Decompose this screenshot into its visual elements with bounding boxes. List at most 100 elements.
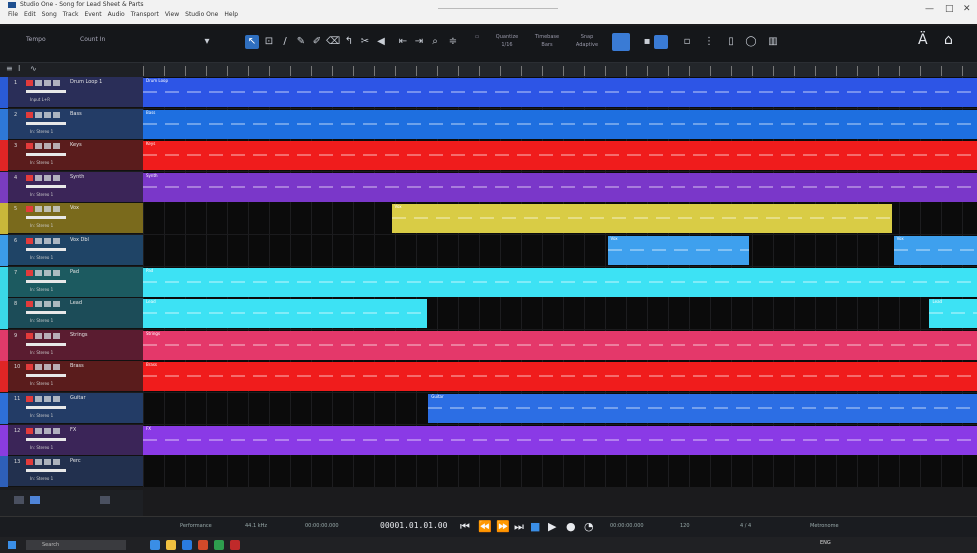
timeline-ruler[interactable] — [143, 63, 977, 78]
monitor-button[interactable] — [35, 332, 42, 339]
track-lane[interactable]: FX — [143, 424, 977, 456]
monitor-button[interactable] — [35, 269, 42, 276]
solo-button[interactable] — [53, 301, 60, 308]
menu-item-help[interactable]: Help — [224, 11, 238, 18]
mute-button[interactable] — [44, 427, 51, 434]
fast-forward-icon[interactable]: ⏩ — [496, 520, 510, 533]
audio-clip[interactable]: Vox — [391, 204, 892, 234]
solo-button[interactable] — [53, 427, 60, 434]
solo-button[interactable] — [53, 111, 60, 118]
track-header[interactable]: 5 Vox In: Stereo 1 — [0, 203, 143, 235]
menu-item-transport[interactable]: Transport — [131, 11, 159, 18]
record-arm-button[interactable] — [26, 206, 33, 213]
track-name[interactable]: Perc — [70, 458, 81, 464]
chevron-down-icon[interactable]: ▾ — [200, 35, 214, 49]
track-header[interactable]: 13 Perc In: Stereo 1 — [0, 456, 143, 488]
menu-item-edit[interactable]: Edit — [24, 11, 36, 18]
scroll-handle[interactable] — [100, 496, 110, 504]
pencil-tool-icon[interactable]: ✎ — [294, 35, 308, 49]
mute-tool-icon[interactable]: ✂ — [358, 35, 372, 49]
track-input[interactable]: In: Stereo 1 — [30, 287, 53, 292]
record-arm-button[interactable] — [26, 174, 33, 181]
system-tray[interactable]: ENG — [820, 540, 831, 546]
snap-toggle-button[interactable] — [612, 33, 630, 51]
track-header[interactable]: 3 Keys In: Stereo 1 — [0, 140, 143, 172]
start-icon[interactable] — [8, 541, 16, 549]
record-arm-button[interactable] — [26, 364, 33, 371]
audio-clip[interactable]: Strings — [143, 330, 977, 360]
user-icon[interactable]: Ä — [918, 32, 928, 48]
eraser-tool-icon[interactable]: ⌫ — [326, 35, 340, 49]
minimize-icon[interactable]: — — [925, 4, 934, 14]
track-lane[interactable]: Pad — [143, 266, 977, 298]
track-name[interactable]: Keys — [70, 142, 82, 148]
track-volume-fader[interactable] — [26, 469, 66, 473]
autoscroll-icon[interactable]: ▪ — [640, 35, 654, 49]
monitor-button[interactable] — [35, 427, 42, 434]
solo-button[interactable] — [53, 364, 60, 371]
audio-clip[interactable]: Drum Loop — [143, 78, 977, 107]
monitor-button[interactable] — [35, 238, 42, 244]
record-arm-button[interactable] — [26, 143, 33, 150]
split-tool-icon[interactable]: / — [278, 35, 292, 49]
metronome-icon[interactable]: ◔ — [584, 520, 594, 533]
follow-toggle-button[interactable] — [654, 35, 668, 49]
tempo-panel[interactable]: Tempo Count In — [10, 32, 120, 54]
add-track-icon[interactable] — [14, 496, 24, 504]
monitor-button[interactable] — [35, 301, 42, 308]
record-arm-button[interactable] — [26, 80, 33, 86]
track-input[interactable]: In: Stereo 1 — [30, 318, 53, 323]
quantize-select[interactable]: Quantize 1/16 — [490, 33, 524, 51]
track-name[interactable]: Lead — [70, 300, 82, 306]
solo-button[interactable] — [53, 238, 60, 244]
record-arm-button[interactable] — [26, 269, 33, 276]
monitor-button[interactable] — [35, 206, 42, 213]
record-arm-button[interactable] — [26, 332, 33, 339]
menu-item-song[interactable]: Song — [42, 11, 57, 18]
mute-button[interactable] — [44, 206, 51, 213]
solo-button[interactable] — [53, 459, 60, 466]
monitor-button[interactable] — [35, 174, 42, 181]
track-volume-fader[interactable] — [26, 121, 66, 125]
mute-button[interactable] — [44, 174, 51, 181]
editor-icon[interactable]: ▯ — [724, 35, 738, 49]
record-arm-button[interactable] — [26, 301, 33, 308]
timebase-select[interactable]: Timebase Bars — [530, 33, 564, 51]
paint-tool-icon[interactable]: ✐ — [310, 35, 324, 49]
audio-clip[interactable]: Keys — [143, 141, 977, 171]
track-lane[interactable]: Synth — [143, 171, 977, 203]
track-header[interactable]: 9 Strings In: Stereo 1 — [0, 329, 143, 361]
audio-clip[interactable]: Vox — [893, 236, 977, 265]
track-input[interactable]: In: Stereo 1 — [30, 129, 53, 134]
solo-button[interactable] — [53, 143, 60, 150]
track-volume-fader[interactable] — [26, 437, 66, 441]
track-input[interactable]: In: Stereo 1 — [30, 445, 53, 450]
track-lane[interactable]: Vox — [143, 203, 977, 235]
menu-item-view[interactable]: View — [165, 11, 179, 18]
track-header[interactable]: 1 Drum Loop 1 Input L+R — [0, 77, 143, 108]
track-header[interactable]: 8 Lead In: Stereo 1 — [0, 298, 143, 330]
audio-clip[interactable]: Pad — [143, 267, 977, 297]
monitor-button[interactable] — [35, 111, 42, 118]
zoom-icon[interactable]: ⌕ — [428, 35, 442, 49]
record-arm-button[interactable] — [26, 238, 33, 244]
mixer-icon[interactable]: ▥ — [766, 35, 780, 49]
audio-clip[interactable]: Lead — [929, 299, 977, 329]
loop-icon[interactable]: ◯ — [744, 35, 758, 49]
monitor-button[interactable] — [35, 364, 42, 371]
menu-item-studio-one[interactable]: Studio One — [185, 11, 218, 18]
track-header[interactable]: 7 Pad In: Stereo 1 — [0, 266, 143, 298]
folder-icon[interactable] — [30, 496, 40, 504]
end-icon[interactable]: ⏭ — [514, 520, 524, 534]
audio-clip[interactable]: Vox — [607, 236, 750, 265]
track-volume-fader[interactable] — [26, 248, 66, 251]
track-volume-fader[interactable] — [26, 279, 66, 283]
track-name[interactable]: Drum Loop 1 — [70, 79, 102, 85]
track-header[interactable]: 12 FX In: Stereo 1 — [0, 424, 143, 456]
return-to-zero-icon[interactable]: ⏮ — [460, 520, 470, 534]
quantize-toggle[interactable]: ▭ — [470, 33, 484, 51]
track-input[interactable]: In: Stereo 1 — [30, 223, 53, 228]
solo-button[interactable] — [53, 396, 60, 402]
track-list-icon[interactable]: ▫ — [680, 35, 694, 49]
position-display[interactable]: 00001.01.01.00 — [380, 521, 447, 530]
